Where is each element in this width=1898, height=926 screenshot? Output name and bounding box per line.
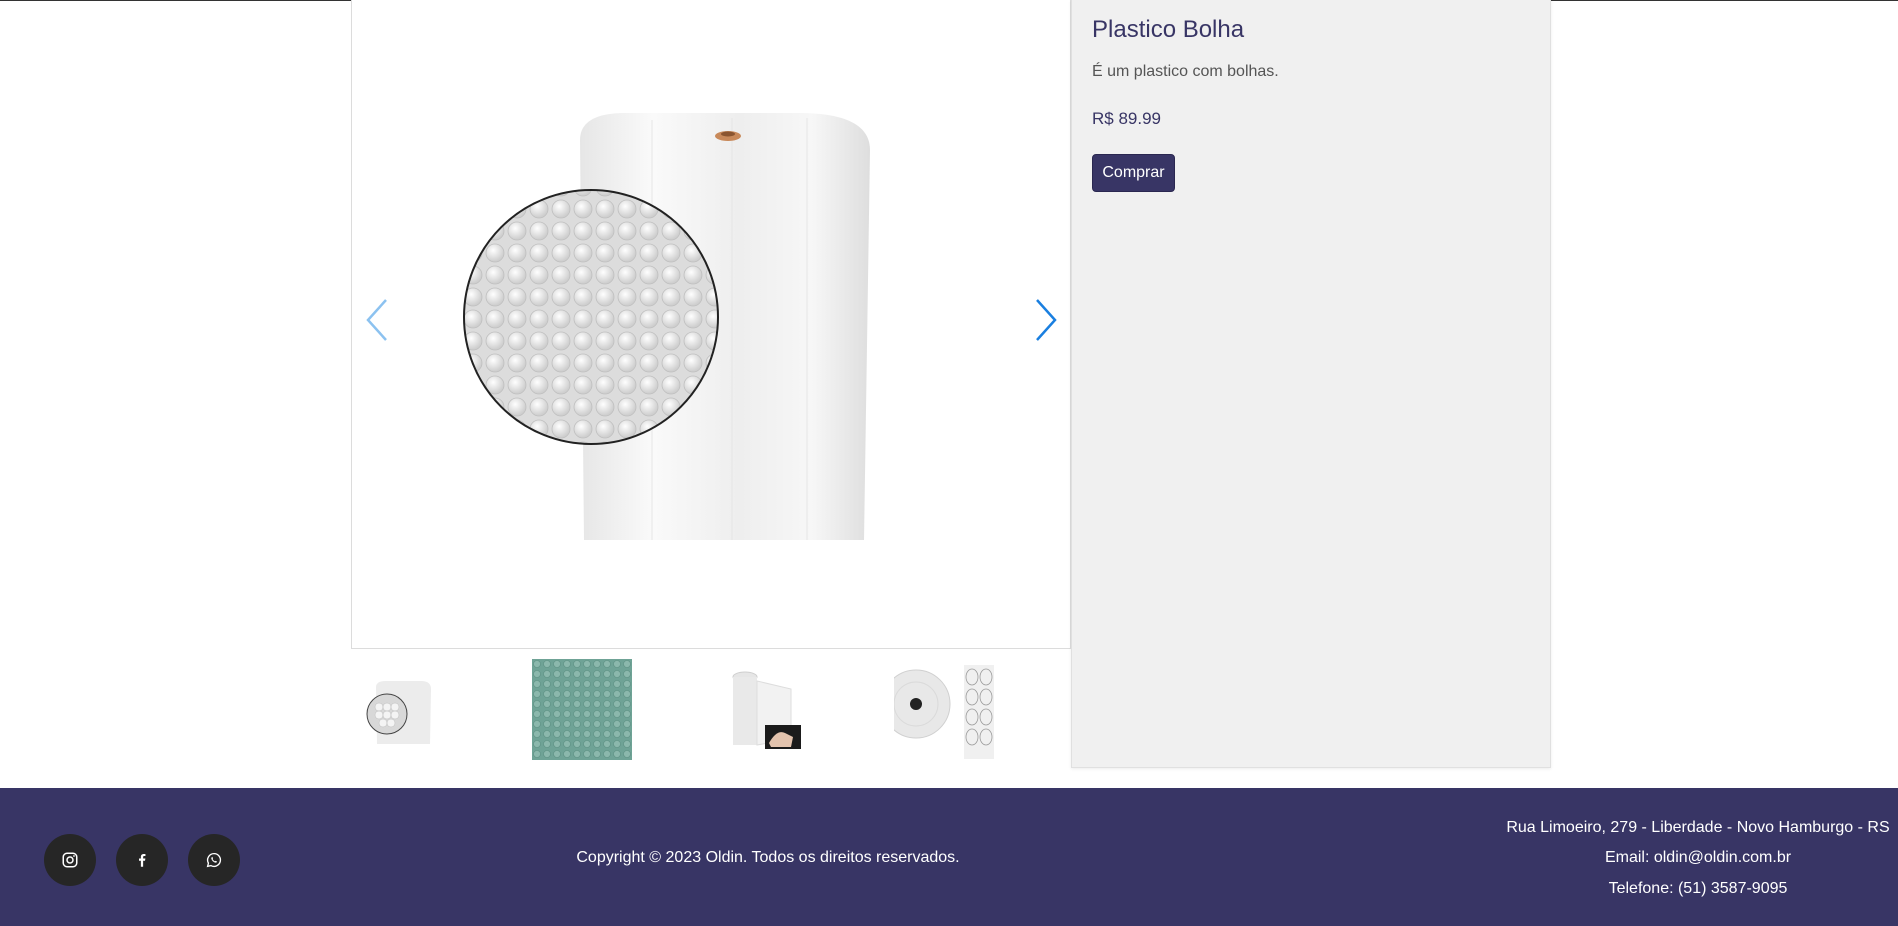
thumbnail-roll-end-view[interactable] xyxy=(894,659,994,760)
main-product-image xyxy=(351,0,1071,649)
thumbnail-green-bubble-texture[interactable] xyxy=(532,659,632,760)
copyright-text: Copyright © 2023 Oldin. Todos os direito… xyxy=(576,849,960,866)
product-info-panel: Plastico Bolha É um plastico com bolhas.… xyxy=(1071,0,1551,768)
buy-button[interactable]: Comprar xyxy=(1092,154,1175,192)
footer: Copyright © 2023 Oldin. Todos os direito… xyxy=(0,788,1898,926)
thumbnail-roll-with-hand[interactable] xyxy=(713,659,813,760)
product-price: R$ 89.99 xyxy=(1092,109,1161,128)
product-gallery xyxy=(351,0,1071,760)
bubble-wrap-roll-image xyxy=(463,113,870,540)
product-title: Plastico Bolha xyxy=(1092,16,1245,43)
chevron-right-icon xyxy=(1036,299,1057,341)
carousel-next-button[interactable] xyxy=(1026,293,1066,347)
footer-address: Rua Limoeiro, 279 - Liberdade - Novo Ham… xyxy=(1506,819,1890,836)
footer-email: Email: oldin@oldin.com.br xyxy=(1604,849,1792,866)
product-description: É um plastico com bolhas. xyxy=(1092,63,1279,80)
chevron-left-icon xyxy=(366,299,387,341)
carousel-prev-button[interactable] xyxy=(357,293,397,347)
footer-phone: Telefone: (51) 3587-9095 xyxy=(1608,880,1788,897)
thumbnail-strip xyxy=(351,659,1071,761)
thumbnail-roll-magnifier[interactable] xyxy=(351,659,451,760)
